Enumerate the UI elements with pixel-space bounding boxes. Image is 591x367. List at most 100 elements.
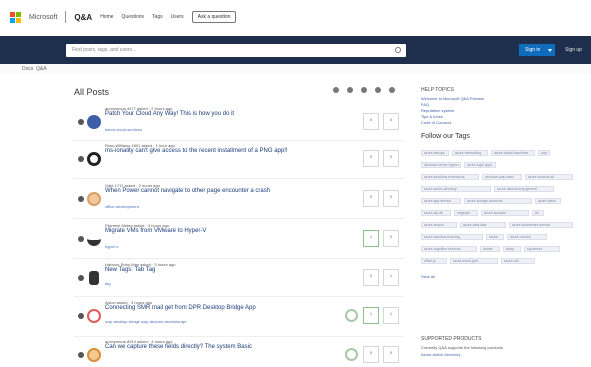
post-title[interactable]: Migrate VMs from VMware to Hyper-V: [105, 228, 295, 235]
tag-chip[interactable]: msgraph: [454, 210, 478, 216]
tag-chip[interactable]: uwp: [538, 150, 550, 156]
tag-chip[interactable]: dotnet: [480, 246, 500, 252]
tag-chip[interactable]: azure-data-lake: [460, 222, 506, 228]
help-link[interactable]: FAQ: [421, 102, 429, 107]
post-counts: 0 0: [363, 190, 399, 207]
tag-chip[interactable]: azure-event-grid: [450, 258, 498, 264]
help-link[interactable]: Reputation system: [421, 108, 454, 113]
post-title[interactable]: New Tags: Tab Tag: [105, 267, 295, 274]
post-item[interactable]: Aaron asked · 3 hours ago Connecting SMR…: [78, 299, 403, 335]
vote-count: 1: [363, 230, 379, 247]
avatar[interactable]: [87, 115, 101, 129]
tag-chip[interactable]: azure-cosmos-db: [525, 174, 573, 180]
breadcrumb-qa[interactable]: Q&A: [36, 66, 47, 72]
help-link[interactable]: Code of Conduct: [421, 120, 451, 125]
tag-chip[interactable]: azure-virtual-machines: [491, 150, 535, 156]
signup-link[interactable]: Sign up: [565, 47, 582, 53]
tag-chip[interactable]: azure-data-factory-general: [494, 186, 554, 192]
tag-chip[interactable]: azure-monitor: [507, 234, 547, 240]
tag-chip[interactable]: azure-cdn: [501, 258, 535, 264]
tag-chip[interactable]: iot: [532, 210, 544, 216]
divider: [74, 336, 404, 337]
tag-chip[interactable]: azure-sql-db: [421, 210, 451, 216]
expand-icon[interactable]: [78, 119, 84, 125]
answer-count: 1: [383, 307, 399, 324]
post-tags[interactable]: tag: [105, 281, 111, 286]
help-link[interactable]: Tips & tricks: [421, 114, 443, 119]
post-item[interactable]: Gale-1711 asked · 2 hours ago When Power…: [78, 182, 403, 218]
tag-chip[interactable]: sql-server: [524, 246, 560, 252]
view-all-tags-link[interactable]: View all: [421, 274, 435, 279]
tag-chip[interactable]: azure-app-service: [421, 198, 461, 204]
tag-chip[interactable]: intune: [486, 234, 504, 240]
microsoft-logo-icon[interactable]: [10, 11, 21, 23]
answer-count: 0: [383, 113, 399, 130]
tag-chip[interactable]: azure-devops: [421, 150, 449, 156]
avatar[interactable]: [87, 152, 101, 166]
nav-users[interactable]: Users: [171, 14, 184, 20]
post-title[interactable]: When Power cannot navigate to other page…: [105, 188, 295, 195]
post-item[interactable]: Filament Metea asked · 3 hours ago Migra…: [78, 222, 403, 258]
tag-chip[interactable]: azure-synapse: [481, 210, 529, 216]
expand-icon[interactable]: [78, 156, 84, 162]
chevron-down-icon[interactable]: [548, 49, 552, 52]
vote-count: 0: [363, 346, 379, 363]
tag-chip[interactable]: azure-active-directory: [421, 186, 491, 192]
avatar[interactable]: [87, 192, 101, 206]
post-title[interactable]: Patch Your Cloud Any Way! This is how yo…: [105, 111, 295, 118]
tag-chip[interactable]: office-js: [421, 258, 447, 264]
ask-question-button[interactable]: Ask a question: [191, 11, 237, 23]
tag-chip[interactable]: windows-uwp-xaml: [482, 174, 522, 180]
post-tags[interactable]: hyper-v: [105, 244, 118, 249]
post-tags[interactable]: uwp desktop-bridge uwp-devices windows-a…: [105, 319, 186, 324]
search-input[interactable]: Find posts, tags, and users...: [66, 44, 406, 57]
supported-product-link[interactable]: Azure Active Directory: [421, 352, 460, 357]
avatar[interactable]: [89, 271, 99, 285]
post-tags[interactable]: azure-cloud-services: [105, 127, 142, 132]
settings-icon[interactable]: [389, 87, 395, 93]
tag-chip[interactable]: azure-networking: [452, 150, 488, 156]
tag-chip[interactable]: azure-storage-accounts: [464, 198, 532, 204]
post-counts: 0 0: [363, 346, 399, 363]
post-tags[interactable]: office-development: [105, 204, 139, 209]
expand-icon[interactable]: [78, 352, 84, 358]
post-item[interactable]: anonymous-8014 asked · 4 hours ago Can w…: [78, 338, 403, 367]
view-icon[interactable]: [361, 87, 367, 93]
avatar[interactable]: [87, 309, 101, 323]
vote-count: 0: [363, 113, 379, 130]
post-title[interactable]: ms-ionality can't give access to the rec…: [105, 148, 295, 155]
tag-chip[interactable]: bicep: [503, 246, 521, 252]
tag-chip[interactable]: azure-functions-extensions: [421, 174, 479, 180]
expand-icon[interactable]: [78, 275, 84, 281]
nav-questions[interactable]: Questions: [122, 14, 145, 20]
sort-icon[interactable]: [347, 87, 353, 93]
avatar[interactable]: [87, 232, 101, 246]
nav-home[interactable]: Home: [100, 14, 113, 20]
post-title[interactable]: Connecting SMR mail get from DPR Desktop…: [105, 305, 295, 312]
nav-tags[interactable]: Tags: [152, 14, 163, 20]
post-title[interactable]: Can we capture these fields directly? Th…: [105, 344, 295, 351]
tag-chip[interactable]: azure-cognitive-services: [421, 246, 477, 252]
tag-chip[interactable]: windows-server-hyperv: [421, 162, 461, 168]
avatar[interactable]: [87, 348, 101, 362]
expand-icon[interactable]: [78, 313, 84, 319]
filter-icon[interactable]: [333, 87, 339, 93]
rss-icon[interactable]: [375, 87, 381, 93]
breadcrumb-docs[interactable]: Docs: [22, 66, 33, 72]
tag-chip[interactable]: azure-machine-learning: [421, 234, 483, 240]
tag-chip[interactable]: azure-logic-apps: [464, 162, 496, 168]
expand-icon[interactable]: [78, 236, 84, 242]
tag-chip[interactable]: azure-search: [421, 222, 457, 228]
post-item[interactable]: Harbour Ruby-Man asked · 3 hours ago New…: [78, 261, 403, 297]
help-link[interactable]: Welcome to Microsoft Q&A Preview: [421, 96, 484, 101]
expand-icon[interactable]: [78, 196, 84, 202]
tag-chip[interactable]: azure-kubernetes-service: [509, 222, 573, 228]
post-counts: 0 0: [363, 113, 399, 130]
divider: [65, 11, 67, 23]
brand-name[interactable]: Microsoft: [29, 14, 57, 21]
tag-chip[interactable]: azure-batch: [535, 198, 561, 204]
post-item[interactable]: anonymous-4477 asked · 2 hours ago Patch…: [78, 105, 403, 141]
post-item[interactable]: Ross-Williams 1801 asked · 1 hour ago ms…: [78, 142, 403, 178]
search-icon[interactable]: [395, 47, 401, 53]
product-name[interactable]: Q&A: [74, 13, 92, 22]
